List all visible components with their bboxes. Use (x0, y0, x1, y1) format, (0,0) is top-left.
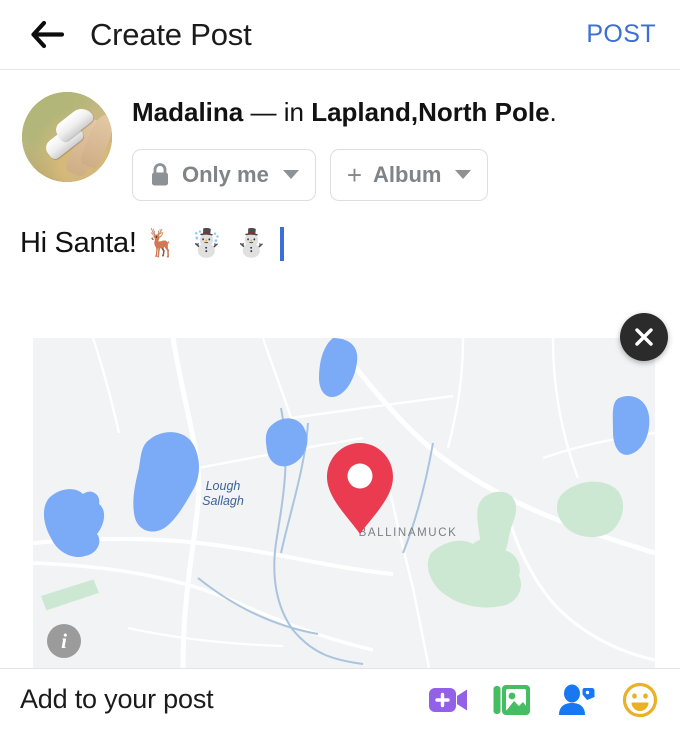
chevron-down-icon (282, 170, 299, 180)
album-chip[interactable]: + Album (329, 148, 489, 201)
privacy-chip[interactable]: Only me (132, 148, 316, 201)
live-video-button[interactable] (422, 676, 474, 724)
back-button[interactable] (26, 14, 68, 56)
post-button[interactable]: POST (584, 16, 658, 53)
page-title: Create Post (90, 16, 252, 52)
author-name[interactable]: Madalina (132, 97, 243, 127)
lock-icon (152, 162, 168, 186)
author-headline: Madalina — in Lapland,North Pole. (132, 98, 557, 127)
avatar[interactable] (22, 92, 112, 182)
add-to-post-bar: Add to your post (0, 668, 680, 730)
author-period: . (549, 97, 557, 127)
post-text[interactable]: Hi Santa! 🦌 ☃️ ⛄ (20, 226, 285, 261)
text-cursor (280, 226, 285, 261)
chevron-down-icon (455, 170, 472, 180)
author-details: Madalina — in Lapland,North Pole. Only m… (112, 92, 557, 201)
close-icon (635, 328, 653, 346)
post-text-body: Hi Santa! (20, 226, 137, 259)
app-header: Create Post POST (0, 0, 680, 70)
post-emoji: 🦌 ☃️ ⛄ (144, 227, 271, 258)
post-options: Only me + Album (132, 148, 557, 201)
lake-label-line2: Sallagh (202, 494, 244, 508)
tag-people-button[interactable] (550, 676, 602, 724)
map-info-button[interactable]: i (47, 624, 81, 658)
arrow-left-icon (31, 20, 64, 48)
checkin-place[interactable]: Lapland,North Pole (311, 97, 549, 127)
album-label: Album (373, 161, 442, 187)
lake-label-line1: Lough (206, 479, 241, 493)
town-label: BALLINAMUCK (359, 527, 458, 539)
remove-location-button[interactable] (620, 313, 668, 361)
add-to-post-actions (422, 676, 666, 724)
author-separator: — (250, 97, 277, 127)
photo-video-button[interactable] (486, 676, 538, 724)
composer-area[interactable]: Hi Santa! 🦌 ☃️ ⛄ (0, 201, 680, 271)
smiley-icon (622, 682, 658, 717)
privacy-label: Only me (182, 161, 269, 187)
photo-stack-icon (493, 684, 530, 715)
author-section: Madalina — in Lapland,North Pole. Only m… (0, 70, 680, 201)
video-plus-icon (429, 687, 467, 712)
add-to-post-label: Add to your post (20, 684, 214, 714)
feeling-activity-button[interactable] (614, 676, 666, 724)
plus-icon: + (346, 159, 362, 190)
create-post-screen: Create Post POST Madalina — in Lapland,N… (0, 0, 680, 730)
map-canvas: Lough Sallagh BALLINAMUCK (33, 338, 655, 668)
person-tag-icon (559, 684, 595, 715)
author-preposition: in (283, 97, 304, 127)
location-map[interactable]: Lough Sallagh BALLINAMUCK i (33, 338, 655, 668)
